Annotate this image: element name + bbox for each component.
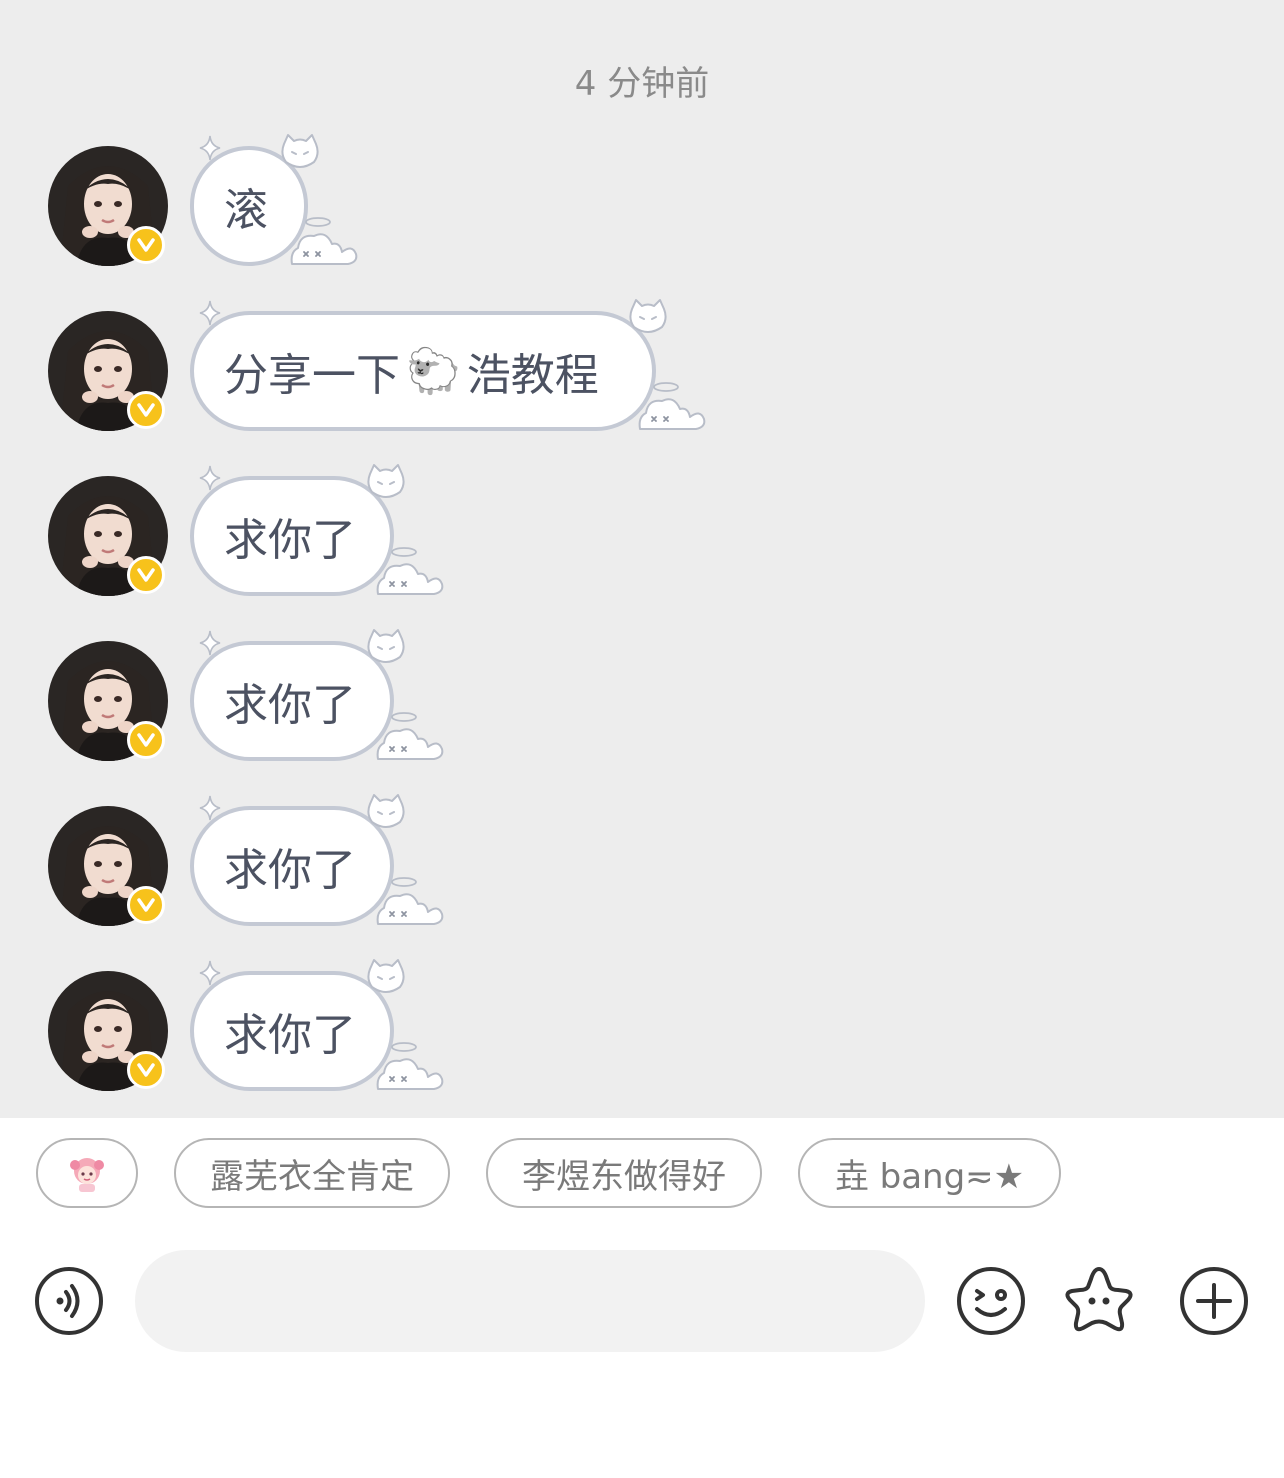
message-text: 分享一下 — [224, 350, 400, 401]
ghost-cloud-icon — [638, 382, 706, 430]
sparkle-icon — [199, 135, 221, 161]
more-button[interactable] — [1178, 1265, 1250, 1337]
message-text: 滚 — [224, 185, 268, 236]
verified-badge-icon — [127, 226, 165, 264]
verified-badge-icon — [127, 886, 165, 924]
ghost-cloud-icon — [290, 217, 358, 265]
voice-button[interactable] — [33, 1265, 105, 1337]
message-text: 求你了 — [224, 845, 356, 896]
ghost-cloud-icon — [376, 1042, 444, 1090]
star-sticker-icon — [1065, 1267, 1133, 1332]
cat-sticker-icon — [629, 299, 667, 333]
message-row: 求你了 — [0, 794, 1284, 946]
message-row: 求你了 — [0, 959, 1284, 1111]
voice-icon — [35, 1267, 103, 1335]
quick-reply-chip[interactable]: 垚 bang≂★ — [798, 1138, 1061, 1208]
message-text: 求你了 — [224, 1010, 356, 1061]
sparkle-icon — [199, 300, 221, 326]
cat-sticker-icon — [367, 464, 405, 498]
message-text: 求你了 — [224, 515, 356, 566]
sparkle-icon — [199, 795, 221, 821]
verified-badge-icon — [127, 391, 165, 429]
message-text: 浩教程 — [466, 350, 599, 401]
emoji-icon — [957, 1267, 1025, 1335]
chat-area[interactable]: 4 分钟前 滚分享一下 🐑 浩教程 求你了 求你了 求你了 求你了 — [0, 0, 1284, 1118]
message-input[interactable] — [135, 1250, 925, 1352]
sparkle-icon — [199, 630, 221, 656]
quick-reply-chip[interactable]: 李煜东做得好 — [486, 1138, 762, 1208]
ghost-cloud-icon — [376, 547, 444, 595]
plus-icon — [1180, 1267, 1248, 1335]
sticker-button[interactable] — [1062, 1263, 1134, 1335]
message-row: 分享一下 🐑 浩教程 — [0, 299, 1284, 451]
message-row: 求你了 — [0, 629, 1284, 781]
ghost-cloud-icon — [376, 877, 444, 925]
sparkle-icon — [199, 960, 221, 986]
verified-badge-icon — [127, 556, 165, 594]
verified-badge-icon — [127, 1051, 165, 1089]
ghost-cloud-icon — [376, 712, 444, 760]
anime-sticker-icon — [70, 1158, 104, 1192]
quick-reply-bar: 露芜衣全肯定 李煜东做得好 垚 bang≂★ — [0, 1118, 1284, 1238]
sticker-chip[interactable] — [36, 1138, 138, 1208]
cat-sticker-icon — [281, 134, 319, 168]
cat-sticker-icon — [367, 629, 405, 663]
message-row: 滚 — [0, 134, 1284, 286]
cat-sticker-icon — [367, 794, 405, 828]
input-bar — [0, 1238, 1284, 1478]
verified-badge-icon — [127, 721, 165, 759]
cat-sticker-icon — [367, 959, 405, 993]
message-row: 求你了 — [0, 464, 1284, 616]
message-timestamp: 4 分钟前 — [574, 64, 710, 104]
quick-reply-chip[interactable]: 露芜衣全肯定 — [174, 1138, 450, 1208]
sheep-emoji: 🐑 — [406, 346, 461, 397]
emoji-button[interactable] — [955, 1265, 1027, 1337]
message-bubble[interactable]: 分享一下 🐑 浩教程 — [190, 311, 656, 431]
message-text: 求你了 — [224, 680, 356, 731]
sparkle-icon — [199, 465, 221, 491]
